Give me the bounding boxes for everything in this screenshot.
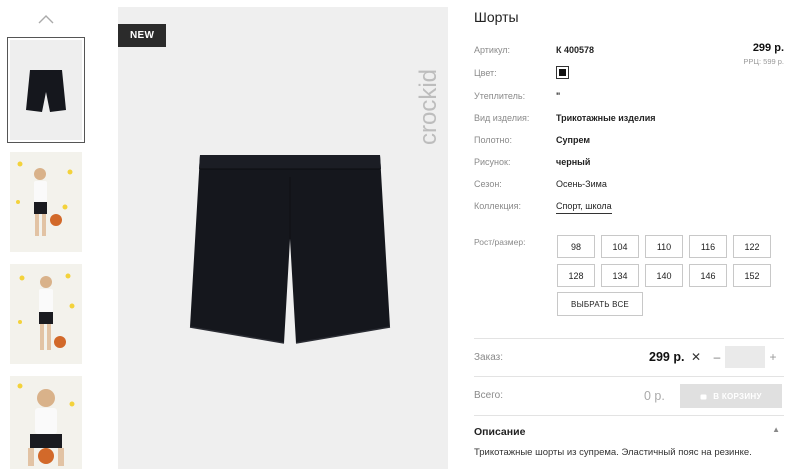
size-option[interactable]: 98	[557, 235, 595, 258]
type-label: Вид изделия:	[474, 113, 530, 123]
size-option[interactable]: 110	[645, 235, 683, 258]
svg-text:crockid: crockid	[415, 69, 442, 145]
fabric-value: Супрем	[556, 135, 590, 145]
pattern-value: черный	[556, 157, 591, 167]
size-option[interactable]: 134	[601, 264, 639, 287]
pattern-label: Рисунок:	[474, 157, 511, 167]
select-all-sizes-button[interactable]: ВЫБРАТЬ ВСЕ	[557, 292, 643, 316]
collection-label: Коллекция:	[474, 201, 522, 211]
color-swatch[interactable]	[556, 66, 569, 79]
description-text: Трикотажные шорты из супрема. Эластичный…	[474, 447, 752, 458]
shorts-thumbnail-image	[10, 40, 82, 140]
add-to-cart-button[interactable]: В КОРЗИНУ	[680, 384, 782, 408]
size-option[interactable]: 146	[689, 264, 727, 287]
product-price: 299 р.	[752, 42, 784, 54]
description-heading: Описание	[474, 426, 526, 438]
thumbnail-4[interactable]	[10, 376, 82, 469]
size-option[interactable]: 152	[733, 264, 771, 287]
size-label: Рост/размер:	[474, 237, 526, 247]
article-label: Артикул:	[474, 45, 511, 55]
rrp-price: РРЦ: 599 р.	[743, 57, 784, 66]
shorts-image	[189, 155, 391, 344]
collapse-toggle-icon[interactable]: ▲	[772, 425, 780, 434]
thumbnail-2[interactable]	[10, 152, 82, 252]
divider	[474, 338, 784, 339]
main-product-image[interactable]: NEW crockid	[118, 7, 448, 469]
size-option[interactable]: 140	[645, 264, 683, 287]
type-value: Трикотажные изделия	[556, 113, 656, 123]
times-icon: ✕	[691, 350, 702, 364]
size-option[interactable]: 104	[601, 235, 639, 258]
thumbnail-1[interactable]	[7, 37, 85, 143]
product-info: Шорты Артикул: К 400578 299 р. РРЦ: 599 …	[474, 0, 784, 469]
insulation-label: Утеплитель:	[474, 91, 526, 101]
insulation-value: "	[556, 91, 561, 101]
season-label: Сезон:	[474, 179, 502, 189]
size-option[interactable]: 116	[689, 235, 727, 258]
divider	[474, 415, 784, 416]
collection-link[interactable]: Спорт, школа	[556, 201, 612, 214]
size-option[interactable]: 128	[557, 264, 595, 287]
fabric-label: Полотно:	[474, 135, 513, 145]
quantity-decrease-button[interactable]: –	[711, 350, 723, 364]
divider	[474, 376, 784, 377]
brand-logo: crockid	[415, 69, 442, 145]
model-side-thumbnail-image	[10, 264, 82, 364]
total-value: 0 р.	[644, 389, 665, 403]
product-title: Шорты	[474, 9, 519, 25]
order-price: 299 р.	[649, 350, 685, 364]
model-sitting-thumbnail-image	[10, 376, 82, 469]
quantity-input[interactable]	[725, 346, 765, 368]
thumbnail-column	[6, 0, 85, 469]
article-value: К 400578	[556, 45, 595, 55]
size-grid: 98 104 110 116 122 128 134 140 146 152	[557, 235, 779, 287]
total-label: Всего:	[474, 390, 503, 401]
order-label: Заказ:	[474, 352, 504, 363]
chevron-up-icon[interactable]	[36, 12, 56, 26]
model-front-thumbnail-image	[10, 152, 82, 252]
add-to-cart-label: В КОРЗИНУ	[713, 391, 762, 401]
color-swatch-fill	[559, 69, 566, 76]
new-badge: NEW	[118, 24, 167, 47]
size-option[interactable]: 122	[733, 235, 771, 258]
season-value: Осень-Зима	[556, 179, 607, 189]
cart-icon	[700, 394, 707, 399]
thumbnail-3[interactable]	[10, 264, 82, 364]
quantity-increase-button[interactable]: +	[767, 350, 779, 364]
color-label: Цвет:	[474, 68, 497, 78]
